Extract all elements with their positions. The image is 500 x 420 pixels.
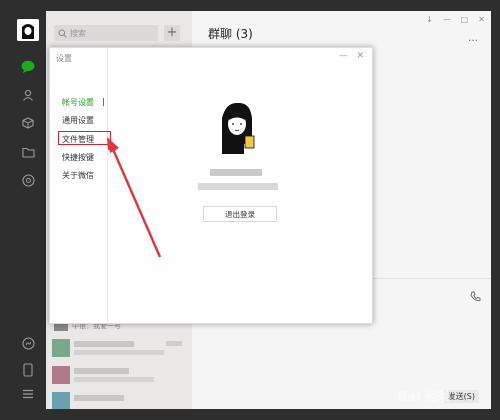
watermark: Bai 经验: [397, 390, 451, 405]
user-avatar[interactable]: [17, 19, 39, 41]
pin-icon[interactable]: ↓: [426, 15, 433, 24]
menu-icon[interactable]: [20, 386, 36, 402]
chat-icon[interactable]: [20, 58, 36, 74]
dialog-minimize-icon[interactable]: —: [339, 51, 348, 61]
mini-program-icon[interactable]: [20, 335, 36, 351]
list-item[interactable]: [46, 336, 192, 360]
settings-title: 设置: [56, 54, 72, 63]
call-icon[interactable]: [470, 287, 481, 306]
list-item[interactable]: [46, 363, 192, 387]
active-indicator: [103, 98, 104, 106]
dialog-close-icon[interactable]: ✕: [356, 51, 364, 61]
list-item[interactable]: [46, 389, 192, 409]
moments-icon[interactable]: [20, 172, 36, 188]
folder-icon[interactable]: [20, 144, 36, 160]
maximize-icon[interactable]: □: [460, 15, 468, 24]
minimize-icon[interactable]: —: [443, 15, 451, 24]
more-icon[interactable]: …: [468, 33, 479, 44]
account-id-blurred: [198, 183, 278, 190]
menu-item-account-settings[interactable]: 帐号设置: [62, 97, 94, 108]
search-icon: [58, 29, 67, 38]
nav-rail: [9, 11, 46, 409]
chat-title: 群聊 (3): [208, 27, 253, 41]
menu-item-general-settings[interactable]: 通用设置: [62, 115, 94, 126]
close-icon[interactable]: ✕: [478, 15, 485, 24]
search-placeholder: 搜索: [70, 28, 86, 38]
menu-item-about[interactable]: 关于微信: [62, 170, 94, 181]
highlight-box: [58, 131, 111, 145]
contacts-icon[interactable]: [20, 87, 36, 103]
phone-icon[interactable]: [20, 362, 36, 378]
menu-item-shortcuts[interactable]: 快捷按键: [62, 152, 94, 163]
add-chat-button[interactable]: +: [164, 25, 180, 41]
search-input[interactable]: 搜索: [54, 25, 158, 41]
logout-button[interactable]: 退出登录: [203, 206, 277, 222]
profile-avatar: [208, 98, 266, 156]
favorites-icon[interactable]: [20, 115, 36, 131]
account-name-blurred: [210, 169, 262, 176]
settings-dialog: 设置 — ✕ 帐号设置 通用设置 文件管理 快捷按键 关于微信 退出登录: [49, 47, 373, 324]
settings-sidebar: [50, 48, 108, 323]
